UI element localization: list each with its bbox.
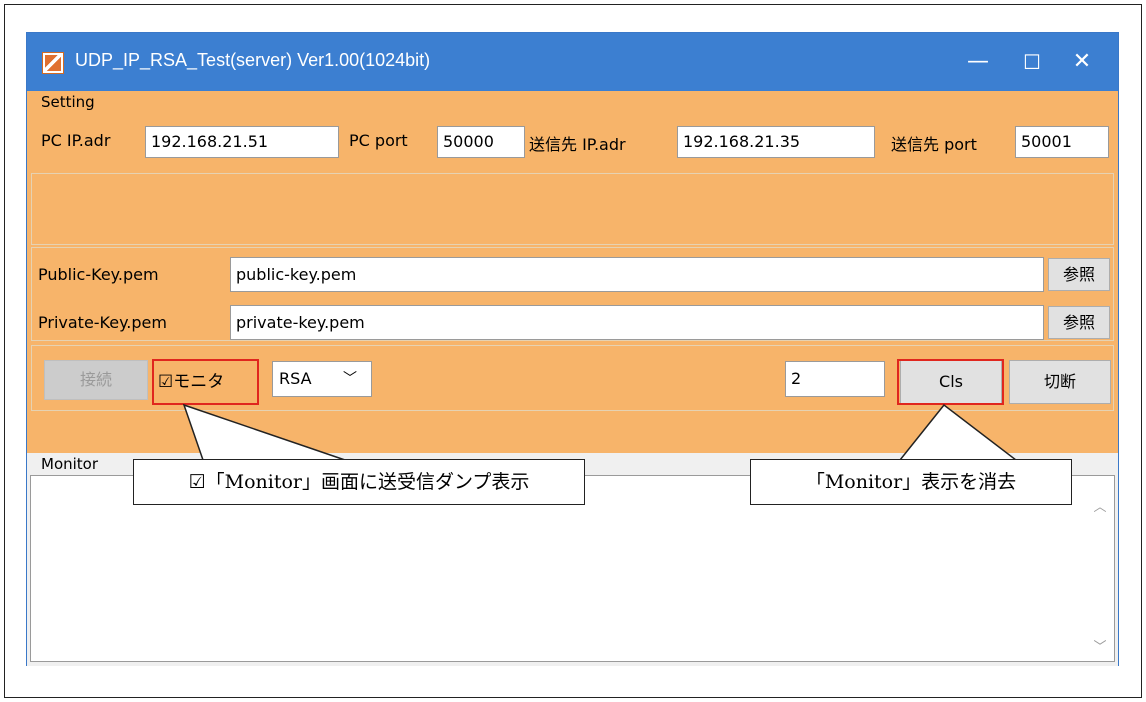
right-callout-pointer <box>898 403 1019 461</box>
callout-pointers <box>182 403 1019 461</box>
monitor-callout: ☑「Monitor」画面に送受信ダンプ表示 <box>133 459 585 505</box>
left-callout-pointer <box>182 403 346 461</box>
cls-callout: 「Monitor」表示を消去 <box>750 459 1072 505</box>
